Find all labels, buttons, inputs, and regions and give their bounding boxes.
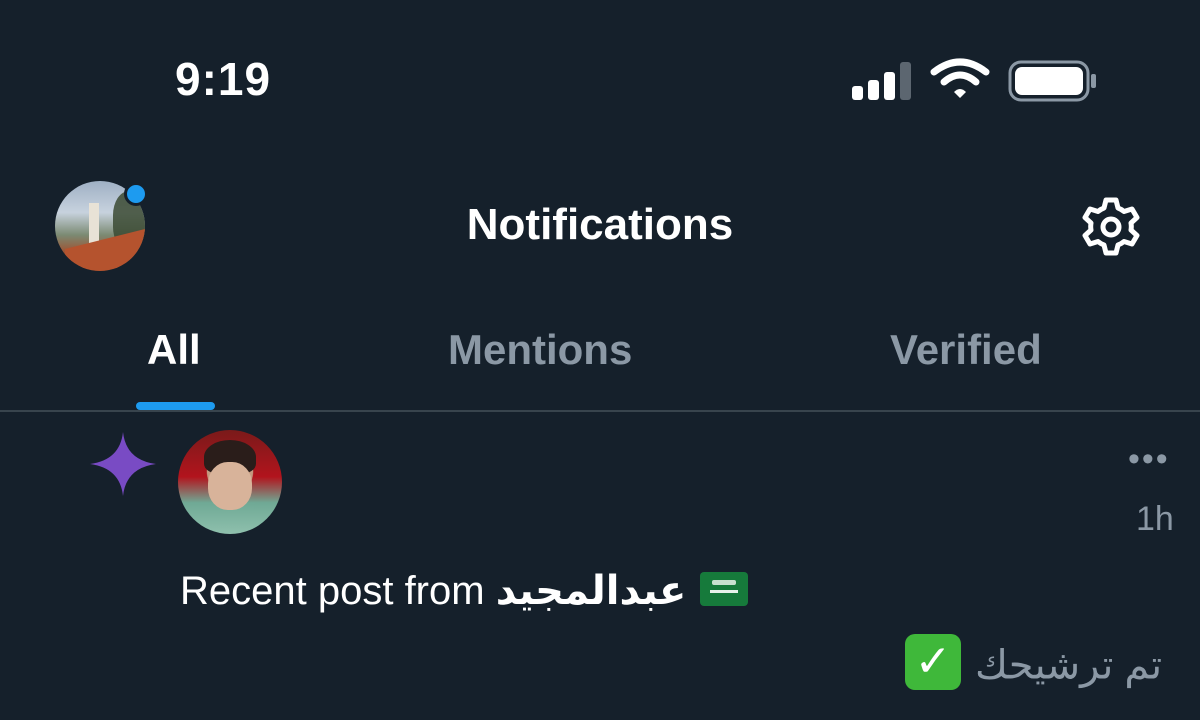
battery-icon bbox=[1008, 60, 1096, 102]
post-preview-text: تم ترشيحك bbox=[975, 643, 1163, 688]
gear-icon[interactable] bbox=[1080, 196, 1142, 258]
wifi-icon bbox=[930, 58, 990, 98]
notification-prefix: Recent post from bbox=[180, 569, 485, 613]
notification-time: 1h bbox=[1136, 500, 1174, 538]
page-title: Notifications bbox=[466, 200, 734, 249]
notification-user-name[interactable]: عبدالمجيد bbox=[496, 569, 687, 613]
status-time: 9:19 bbox=[175, 53, 272, 105]
active-tab-indicator bbox=[136, 402, 215, 410]
tab-mentions[interactable]: Mentions bbox=[448, 326, 632, 374]
tab-all[interactable]: All bbox=[147, 326, 201, 374]
cellular-signal-icon bbox=[852, 60, 912, 100]
user-avatar[interactable] bbox=[178, 430, 282, 534]
check-mark-icon: ✓ bbox=[905, 634, 961, 690]
more-options-icon[interactable]: ••• bbox=[1128, 440, 1170, 479]
sparkle-icon bbox=[90, 432, 156, 496]
tab-verified[interactable]: Verified bbox=[890, 326, 1042, 374]
post-preview[interactable]: ✓ تم ترشيحك bbox=[905, 634, 1163, 696]
notification-text[interactable]: Recent post from عبدالمجيد bbox=[180, 568, 749, 614]
saudi-flag-icon bbox=[700, 572, 749, 607]
tabs-divider bbox=[0, 410, 1200, 412]
